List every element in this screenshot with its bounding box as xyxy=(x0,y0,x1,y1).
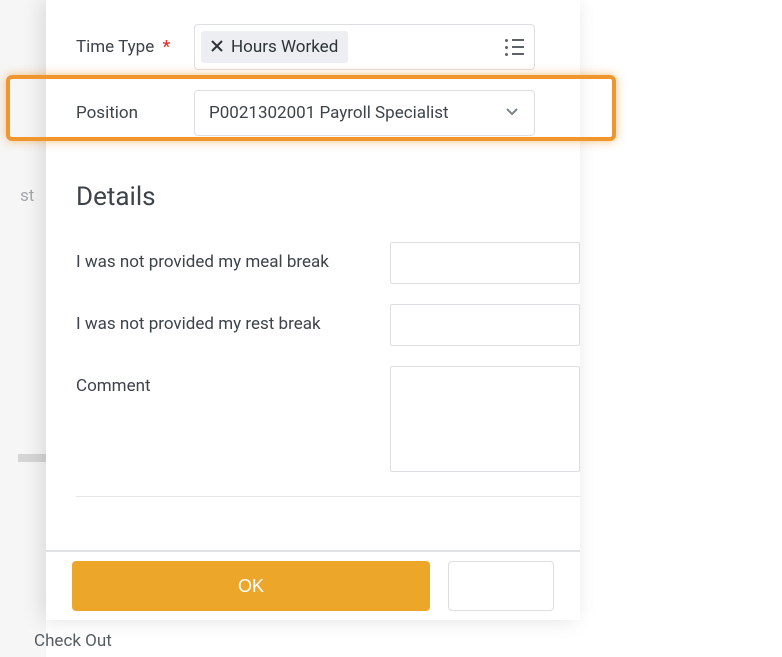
time-type-field[interactable]: Hours Worked xyxy=(194,24,535,70)
time-type-row: Time Type * Hours Worked xyxy=(76,24,580,70)
rest-break-label: I was not provided my rest break xyxy=(76,304,390,334)
bg-gray-bar xyxy=(18,454,46,462)
details-heading: Details xyxy=(76,182,580,212)
time-type-label: Time Type * xyxy=(76,37,194,57)
position-select[interactable]: P0021302001 Payroll Specialist xyxy=(194,90,535,136)
time-type-label-text: Time Type xyxy=(76,37,154,57)
bg-partial-text: st xyxy=(20,186,34,206)
secondary-button[interactable] xyxy=(448,561,554,611)
form-area: Time Type * Hours Worked Position xyxy=(46,0,580,136)
position-row: Position P0021302001 Payroll Specialist xyxy=(76,90,580,136)
rest-break-input[interactable] xyxy=(390,304,580,346)
time-type-pill: Hours Worked xyxy=(201,31,348,63)
meal-break-row: I was not provided my meal break xyxy=(46,242,580,284)
position-label: Position xyxy=(76,103,194,123)
remove-pill-icon[interactable] xyxy=(211,40,223,55)
meal-break-label: I was not provided my meal break xyxy=(76,242,390,272)
panel-footer: OK xyxy=(46,550,580,620)
chevron-down-icon xyxy=(504,103,520,123)
divider xyxy=(76,496,580,497)
list-picker-icon[interactable] xyxy=(505,39,524,56)
background-left-strip: st Check Out xyxy=(0,0,46,657)
ok-button[interactable]: OK xyxy=(72,561,430,611)
required-asterisk: * xyxy=(162,37,170,57)
bg-checkout-partial: Check Out xyxy=(34,631,112,651)
comment-textarea[interactable] xyxy=(390,366,580,472)
time-entry-panel: Time Type * Hours Worked Position xyxy=(46,0,580,620)
rest-break-row: I was not provided my rest break xyxy=(46,304,580,346)
meal-break-input[interactable] xyxy=(390,242,580,284)
position-value: P0021302001 Payroll Specialist xyxy=(209,103,449,123)
comment-label: Comment xyxy=(76,366,390,396)
comment-row: Comment xyxy=(46,366,580,472)
pill-text: Hours Worked xyxy=(231,37,338,57)
